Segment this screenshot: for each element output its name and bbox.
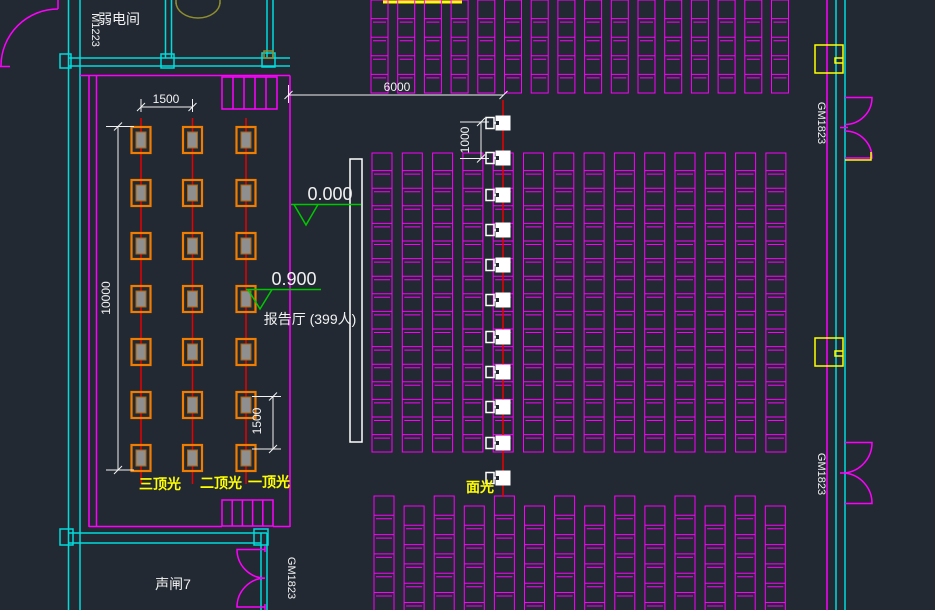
stage-light-lens (188, 132, 198, 148)
top-light-2-label: 二顶光 (200, 475, 242, 491)
stage-light-lens (188, 450, 198, 466)
stairs-bottom (222, 500, 273, 526)
front-light-label: 面光 (466, 479, 494, 495)
stage-light-lens (188, 238, 198, 254)
seat-block-top (371, 0, 789, 93)
front-light-notch (496, 228, 499, 232)
cad-drawing-lecture-hall-lighting-plan: 弱电间 M1223 1500 6000 10000 1500 1000 0.00… (0, 0, 935, 610)
seating-area (371, 0, 789, 610)
door-code-right-top: GM1823 (815, 102, 827, 144)
stage-light-lens (188, 344, 198, 360)
front-light-notch (496, 298, 499, 302)
front-light-notch (496, 476, 499, 480)
front-light-notch (496, 441, 499, 445)
hall-name-label: 报告厅 (399人) (264, 311, 357, 327)
dim-label-1500-top: 1500 (153, 92, 180, 106)
stage-light-lens (241, 132, 251, 148)
front-light-notch (496, 121, 499, 125)
dim-label-1500-side: 1500 (250, 407, 264, 434)
stage-light-lens (188, 185, 198, 201)
room-label-weak-power: 弱电间 (98, 11, 140, 27)
front-light-notch (496, 370, 499, 374)
stage-light-lens (136, 344, 146, 360)
door-top-left (0, 0, 58, 67)
stage-light-lens (136, 450, 146, 466)
stairs-top (222, 77, 277, 109)
sound-lock-room-label: 声闸7 (155, 576, 191, 592)
door-code-right-bottom: GM1823 (815, 453, 827, 495)
door-code-left: M1223 (89, 13, 101, 47)
door-code-sound-lock: GM1823 (285, 557, 297, 599)
front-light-notch (496, 156, 499, 160)
stage-light-lens (136, 291, 146, 307)
front-lights (486, 100, 511, 497)
dim-label-1000: 1000 (458, 126, 472, 153)
front-light-notch (496, 263, 499, 267)
stage-light-lens (188, 291, 198, 307)
seat-block-bottom (374, 496, 785, 610)
yellow-columns (815, 45, 871, 366)
seat-block-main (372, 153, 786, 452)
stage-light-lens (188, 397, 198, 413)
stage-light-lens (136, 185, 146, 201)
top-light-3-label: 三顶光 (139, 476, 181, 492)
stage-light-lens (136, 132, 146, 148)
elevation-markers (246, 205, 361, 310)
dim-label-6000: 6000 (384, 80, 411, 94)
stage-light-lens (241, 291, 251, 307)
front-light-notch (496, 335, 499, 339)
front-light-notch (496, 193, 499, 197)
stage-lights (132, 118, 256, 484)
stage-light-lens (241, 450, 251, 466)
stage-light-lens (241, 185, 251, 201)
stage-light-lens (136, 397, 146, 413)
front-light-bracket (486, 118, 494, 129)
elevation-label-stage: 0.900 (271, 269, 316, 289)
stage-light-lens (241, 238, 251, 254)
door-olive-top-room (176, 0, 273, 58)
stage-light-lens (136, 238, 146, 254)
front-light-notch (496, 405, 499, 409)
elevation-label-floor: 0.000 (307, 184, 352, 204)
dim-label-10000: 10000 (99, 281, 113, 315)
top-light-1-label: 一顶光 (248, 474, 290, 490)
stage-light-lens (241, 344, 251, 360)
